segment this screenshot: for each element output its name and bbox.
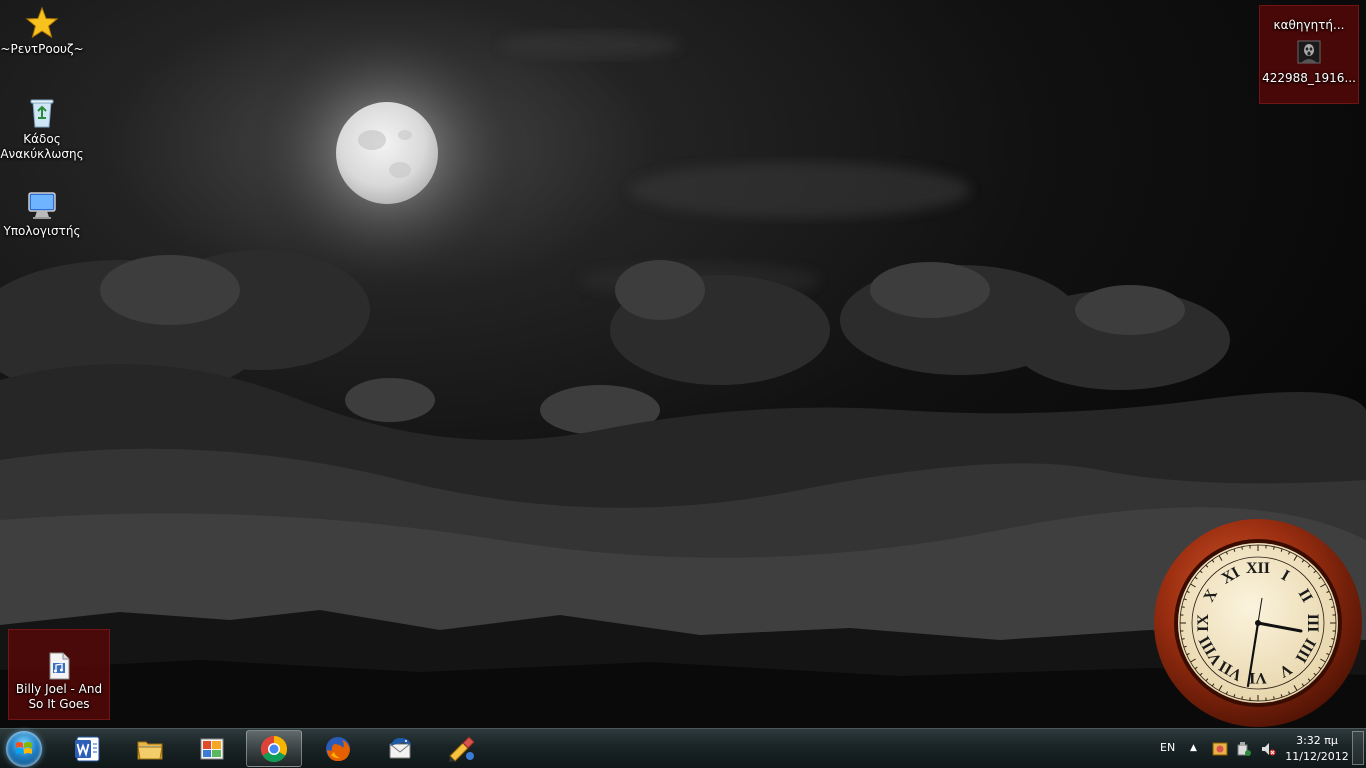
clock-tick [1273,546,1275,550]
clock-tick [1241,546,1243,550]
clock-tick [1331,638,1335,640]
brush-tool-icon [449,735,475,762]
paint-icon [200,738,224,759]
chrome-icon [260,735,288,762]
recycle-bin-icon [25,96,59,130]
taskbar-paint-button[interactable] [184,730,240,767]
clock-gadget[interactable]: XII I II III IIII V VI VII VIII IX X XI [1153,518,1363,728]
volume-muted-icon[interactable] [1260,741,1276,757]
clock-tick [1241,696,1243,700]
show-hidden-icons-arrow[interactable]: ▲ [1190,743,1197,753]
clock-date: 11/12/2012 [1285,750,1349,763]
tray-app-icon[interactable] [1212,741,1228,757]
clock-tick [1273,696,1275,700]
show-desktop-button[interactable] [1352,731,1364,765]
desktop-icon-shortcut-star[interactable]: ~ΡεντΡοουζ~ [0,6,84,57]
desktop-icon-image-file[interactable]: καθηγητή... 422988_1916... [1259,5,1359,104]
desktop-icon-recycle-bin[interactable]: Κάδος Ανακύκλωσης [0,96,84,162]
desktop-icon-label: Billy Joel - And So It Goes [15,682,103,711]
clock-numeral: XII [1246,560,1270,577]
taskbar-thunderbird-button[interactable] [372,730,428,767]
taskbar: EN ▲ 3:32 πμ 11/12/2012 [0,728,1366,768]
taskbar-tool-button[interactable] [434,730,490,767]
desktop-icon-computer[interactable]: Υπολογιστής [0,188,84,239]
computer-icon [25,188,59,222]
clock-tick [1181,606,1185,608]
taskbar-chrome-button[interactable] [246,730,302,767]
safely-remove-hardware-icon[interactable] [1236,741,1252,757]
thunderbird-icon [389,737,411,758]
taskbar-explorer-button[interactable] [122,730,178,767]
clock-tick [1331,606,1335,608]
taskbar-word-button[interactable] [60,730,116,767]
clock-tick [1181,638,1185,640]
desktop-icon-label-top: καθηγητή... [1273,18,1345,32]
star-icon [25,6,59,40]
taskbar-clock[interactable]: 3:32 πμ 11/12/2012 [1282,733,1352,765]
windows-logo-icon [15,740,33,758]
clock-numeral: III [1304,614,1321,633]
desktop-icon-audio-file[interactable]: Billy Joel - And So It Goes [8,629,110,720]
word-icon [75,736,100,761]
clock-numeral: VI [1249,669,1267,686]
language-indicator[interactable]: EN [1160,741,1175,754]
folder-icon [137,741,163,759]
desktop-icon-label: 422988_1916... [1262,71,1356,85]
start-button[interactable] [6,731,42,767]
desktop-icon-label: ~ΡεντΡοουζ~ [0,42,84,56]
taskbar-firefox-button[interactable] [310,730,366,767]
audio-file-icon [46,652,72,680]
image-file-icon [1296,39,1322,65]
clock-time: 3:32 πμ [1296,734,1338,747]
desktop-icon-label: Υπολογιστής [3,224,81,238]
clock-numeral: IX [1195,614,1212,632]
firefox-icon [326,736,350,761]
desktop-icon-label: Κάδος Ανακύκλωσης [0,132,84,161]
